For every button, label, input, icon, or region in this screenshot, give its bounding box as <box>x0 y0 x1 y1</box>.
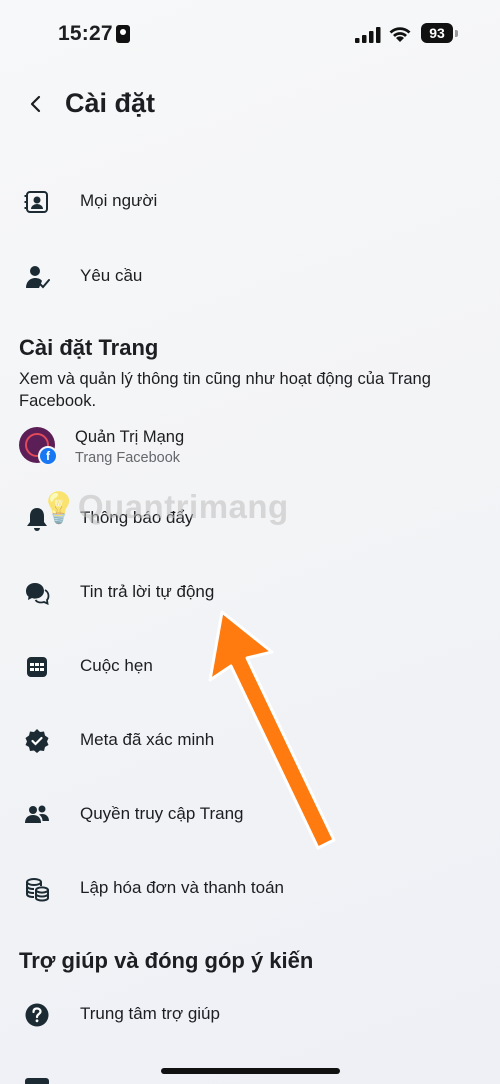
chat-bubbles-icon <box>26 583 50 605</box>
menu-item-requests[interactable]: Yêu cầu <box>0 248 500 304</box>
cellular-signal-icon <box>355 27 381 43</box>
question-circle-icon <box>25 1003 49 1027</box>
section-title-page-settings: Cài đặt Trang <box>19 335 159 360</box>
menu-item-label: Meta đã xác minh <box>80 730 215 749</box>
page-title: Cài đặt <box>65 88 156 118</box>
coins-icon <box>26 878 49 902</box>
menu-item-label: Tin trả lời tự động <box>80 582 215 601</box>
page-type: Trang Facebook <box>75 450 181 466</box>
menu-item-label: Cuộc hẹn <box>80 656 153 675</box>
facebook-badge-icon: f <box>38 446 58 466</box>
page-avatar: f <box>19 427 58 466</box>
menu-item-label: Yêu cầu <box>80 266 143 285</box>
watermark: 💡Quantrimang <box>40 488 289 525</box>
people-icon <box>25 805 49 823</box>
wifi-icon <box>389 27 411 42</box>
back-chevron-icon[interactable] <box>20 88 52 120</box>
contacts-icon <box>24 191 48 213</box>
home-indicator <box>161 1068 340 1074</box>
battery-indicator: 93 <box>421 23 453 43</box>
section-description: Xem và quản lý thông tin cũng như hoạt đ… <box>19 370 431 410</box>
calendar-icon <box>27 657 47 677</box>
section-title-help: Trợ giúp và đóng góp ý kiến <box>19 948 314 973</box>
menu-item-people[interactable]: Mọi người <box>0 173 500 229</box>
menu-item-help-center[interactable]: Trung tâm trợ giúp <box>0 986 500 1042</box>
person-check-icon <box>26 266 50 289</box>
menu-item-label: Trung tâm trợ giúp <box>80 1004 220 1023</box>
status-time: 15:27 <box>58 22 113 45</box>
menu-item-label: Mọi người <box>80 191 158 210</box>
lightbulb-icon: 💡 <box>40 492 78 525</box>
verified-badge-icon <box>25 729 49 753</box>
page-name: Quản Trị Mạng <box>75 428 185 446</box>
partial-row-icon <box>25 1078 49 1084</box>
battery-tip <box>455 30 458 37</box>
menu-item-billing[interactable]: Lập hóa đơn và thanh toán <box>0 860 500 916</box>
annotation-arrow <box>208 610 336 850</box>
menu-item-label: Lập hóa đơn và thanh toán <box>80 878 284 897</box>
id-card-icon <box>116 25 130 43</box>
